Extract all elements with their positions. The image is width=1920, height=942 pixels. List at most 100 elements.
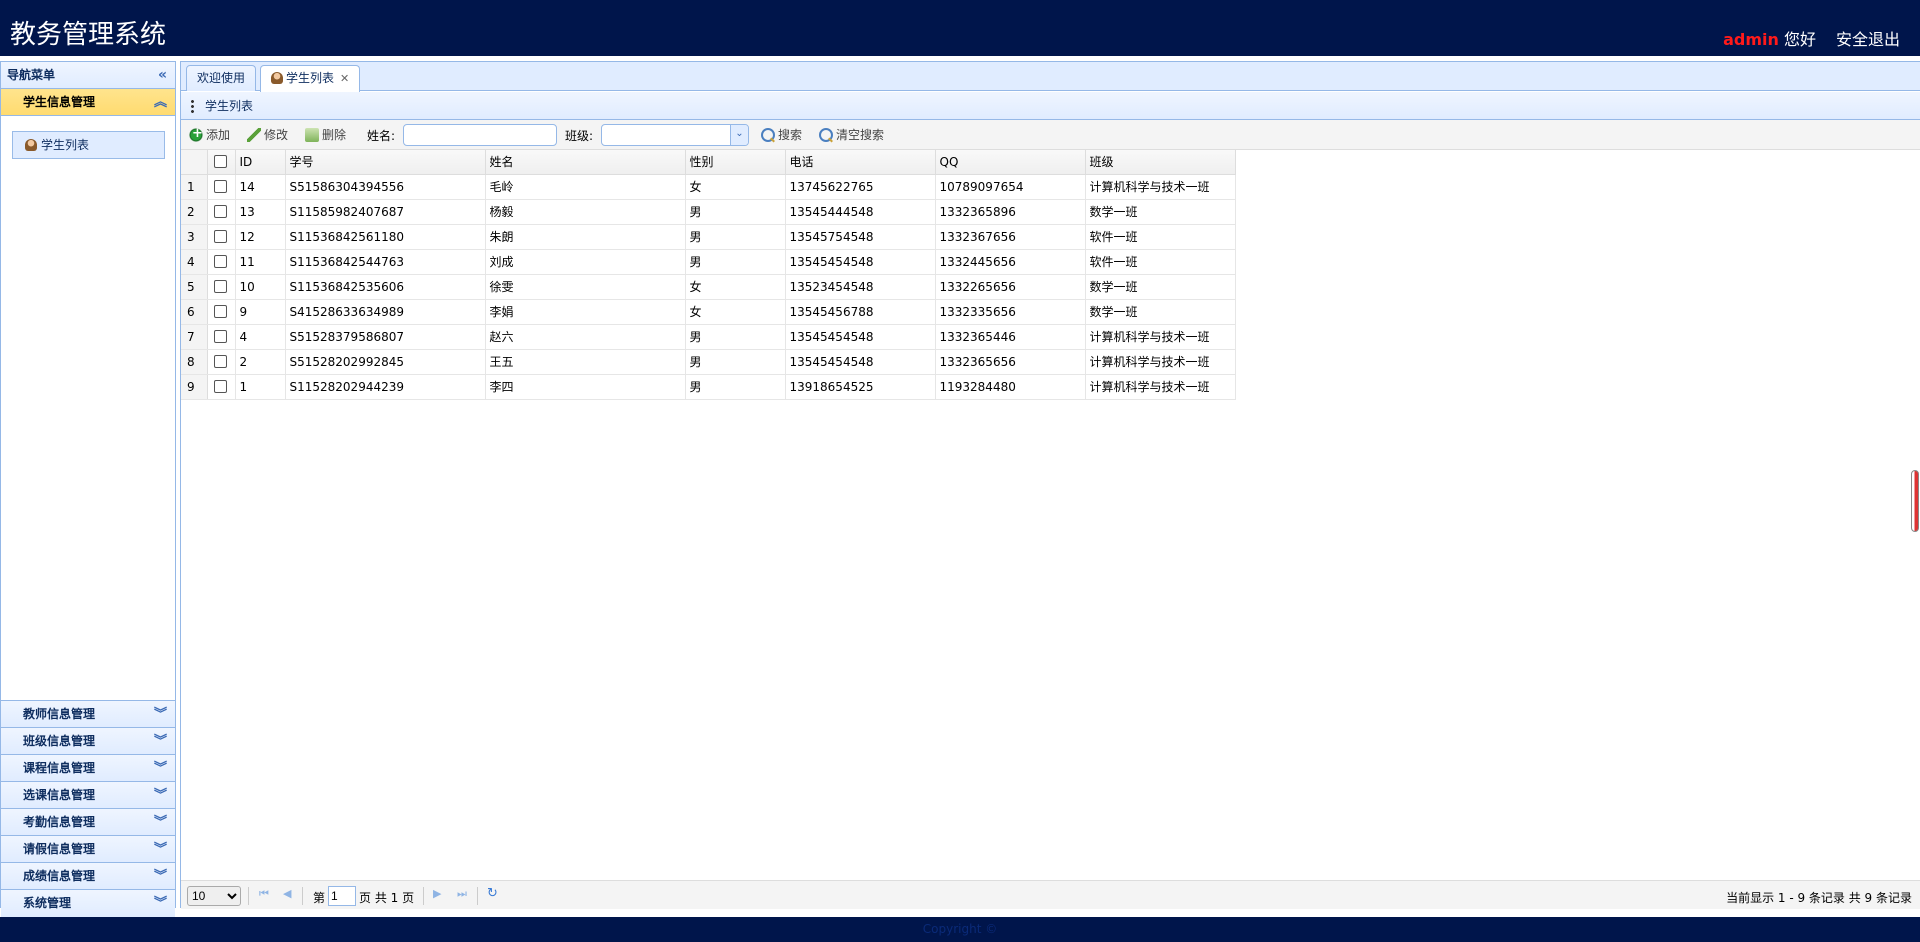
chevron-down-icon[interactable]: ⌄ [730,125,748,145]
column-header[interactable]: 班级 [1085,150,1236,175]
user-greeting: admin 您好 [1723,26,1816,50]
table-row[interactable]: 5 10 S11536842535606 徐雯女 13523454548 13322656… [181,274,1236,300]
nav-group-course[interactable]: 课程信息管理 ︾ [1,755,175,782]
row-checkbox[interactable] [213,354,227,368]
chevron-down-icon[interactable]: ︾ [154,782,167,809]
row-checkbox[interactable] [213,304,227,318]
table-cell: 数学一班 [1085,199,1236,225]
row-checkbox[interactable] [213,179,227,193]
tab-welcome[interactable]: 欢迎使用 [186,65,257,91]
table-cell: S11536842561180 [285,224,486,250]
delete-button[interactable]: 删除 [305,126,346,144]
chevron-down-icon[interactable]: ︾ [154,755,167,782]
table-row[interactable]: 1 14 S51586304394556 毛岭女 13745622765 10789097… [181,174,1236,200]
nav-group-label: 系统管理 [23,896,72,910]
nav-group-teacher[interactable]: 教师信息管理 ︾ [1,701,175,728]
divider [423,887,424,905]
table-row[interactable]: 2 13 S11585982407687 杨毅男 13545444548 13323658… [181,199,1236,225]
column-header[interactable]: 电话 [785,150,936,175]
sidebar-item-student-list[interactable]: 学生列表 [12,131,165,159]
prev-page-icon[interactable]: ◀ [283,887,291,900]
nav-title-bar: 导航菜单 « [1,62,175,89]
table-row[interactable]: 8 2 S51528202992845 王五男 13545454548 133236565… [181,349,1236,375]
row-checkbox[interactable] [213,329,227,343]
close-icon[interactable]: ✕ [340,72,349,85]
table-cell: 软件一班 [1085,249,1236,275]
collapse-left-icon[interactable]: « [158,62,167,89]
scrollbar-thumb[interactable] [1911,470,1919,532]
chevron-up-icon[interactable]: ︽ [154,89,167,116]
nav-group-student[interactable]: 学生信息管理 ︽ [1,89,175,116]
row-number: 4 [181,249,208,275]
top-header: 教务管理系统 admin 您好 安全退出 [0,0,1920,56]
column-header[interactable]: ID [235,150,286,175]
table-cell: 1 [235,374,286,400]
row-checkbox[interactable] [213,229,227,243]
table-cell: 13 [235,199,286,225]
table-cell: S11528202944239 [285,374,486,400]
chevron-down-icon[interactable]: ︾ [154,728,167,755]
nav-group-selection[interactable]: 选课信息管理 ︾ [1,782,175,809]
next-page-icon[interactable]: ▶ [433,887,441,900]
add-button[interactable]: 添加 [189,125,230,144]
table-cell: S41528633634989 [285,299,486,325]
table-cell: S11536842535606 [285,274,486,300]
column-header[interactable]: QQ [935,150,1086,175]
tab-student-list[interactable]: 学生列表 ✕ [260,65,361,92]
select-all-checkbox[interactable] [213,154,227,168]
clear-search-button[interactable]: 清空搜索 [819,126,884,144]
column-header[interactable]: 性别 [685,150,786,175]
current-page-input[interactable] [328,886,356,906]
name-search-input[interactable] [403,124,557,146]
table-cell: 李娟 [485,299,686,325]
last-page-icon[interactable]: ⏭ [457,887,467,901]
nav-group-leave[interactable]: 请假信息管理 ︾ [1,836,175,863]
class-select[interactable]: ⌄ [601,124,749,146]
grid-header-row: ID 学号 姓名 性别 电话 QQ 班级 [181,150,1236,175]
table-cell: 13545454548 [785,249,936,275]
nav-group-attendance[interactable]: 考勤信息管理 ︾ [1,809,175,836]
column-header[interactable]: 姓名 [485,150,686,175]
drag-handle-icon [191,99,194,114]
chevron-down-icon[interactable]: ︾ [154,890,167,917]
row-select-cell [207,199,236,225]
row-checkbox[interactable] [213,254,227,268]
page-size-select[interactable]: 10 [187,886,241,906]
row-checkbox[interactable] [213,204,227,218]
table-cell: 12 [235,224,286,250]
table-row[interactable]: 9 1 S11528202944239 李四男 13918654525 119328448… [181,374,1236,400]
table-cell: 2 [235,349,286,375]
nav-group-label: 选课信息管理 [23,788,96,802]
table-cell: 13545454548 [785,324,936,350]
row-checkbox[interactable] [213,379,227,393]
row-checkbox[interactable] [213,279,227,293]
column-header[interactable]: 学号 [285,150,486,175]
chevron-down-icon[interactable]: ︾ [154,809,167,836]
chevron-down-icon[interactable]: ︾ [154,836,167,863]
search-button[interactable]: 搜索 [761,126,802,144]
table-cell: 13545444548 [785,199,936,225]
table-cell: S51528202992845 [285,349,486,375]
table-cell: 徐雯 [485,274,686,300]
nav-group-score[interactable]: 成绩信息管理 ︾ [1,863,175,890]
table-cell: 10789097654 [935,174,1086,200]
edit-button[interactable]: 修改 [247,126,288,144]
row-number: 1 [181,174,208,200]
table-row[interactable]: 4 11 S11536842544763 刘成男 13545454548 13324456… [181,249,1236,275]
logout-link[interactable]: 安全退出 [1836,26,1900,50]
nav-group-system[interactable]: 系统管理 ︾ [1,890,175,917]
row-select-cell [207,249,236,275]
chevron-down-icon[interactable]: ︾ [154,863,167,890]
clear-search-button-label: 清空搜索 [836,128,885,142]
table-row[interactable]: 7 4 S51528379586807 赵六男 13545454548 133236544… [181,324,1236,350]
nav-group-class[interactable]: 班级信息管理 ︾ [1,728,175,755]
table-row[interactable]: 6 9 S41528633634989 李娟女 13545456788 133233565… [181,299,1236,325]
refresh-icon[interactable]: ↻ [487,886,498,901]
table-row[interactable]: 3 12 S11536842561180 朱朗男 13545754548 13323676… [181,224,1236,250]
first-page-icon[interactable]: ⏮ [259,887,269,901]
row-select-cell [207,299,236,325]
table-cell: 计算机科学与技术一班 [1085,349,1236,375]
nav-group-label: 请假信息管理 [23,842,96,856]
chevron-down-icon[interactable]: ︾ [154,701,167,728]
row-number: 3 [181,224,208,250]
